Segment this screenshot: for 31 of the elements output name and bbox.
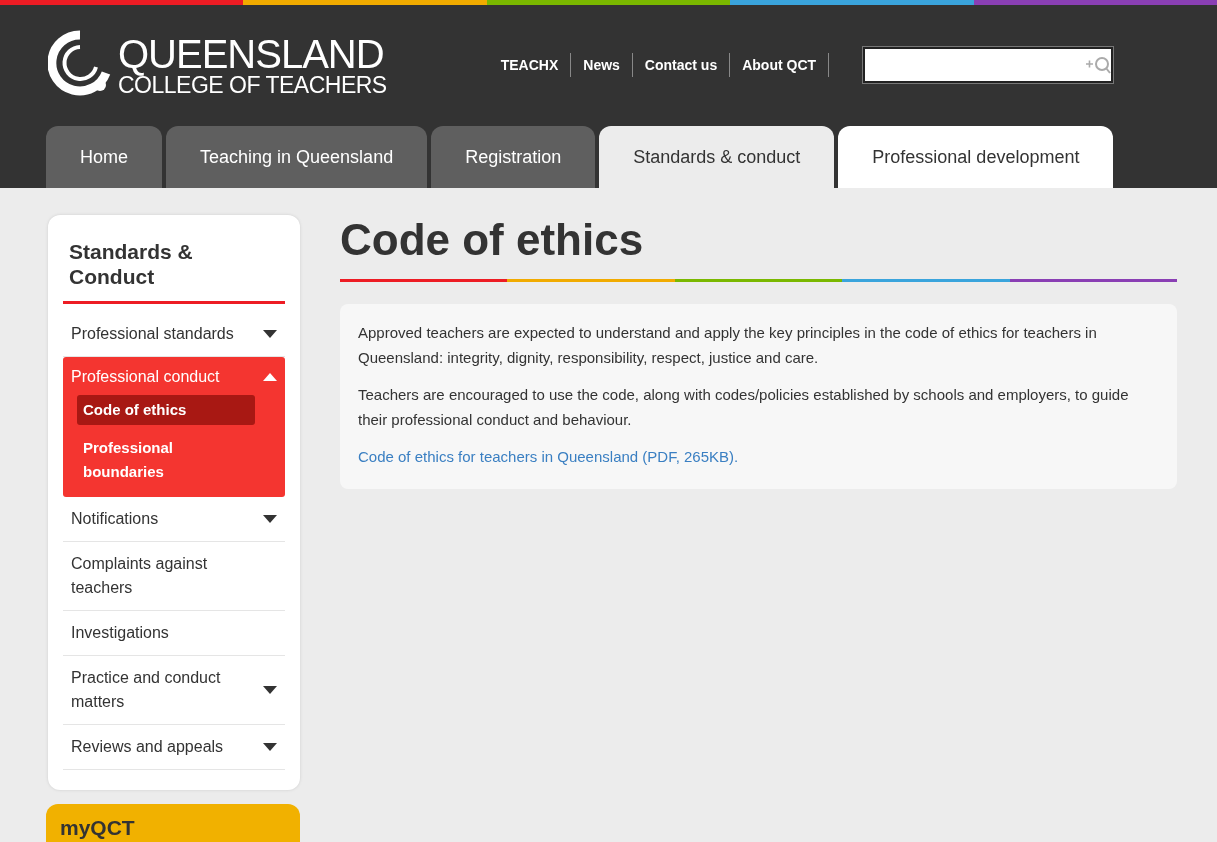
sidebar-item[interactable]: Reviews and appeals [63, 725, 285, 770]
paragraph: Approved teachers are expected to understand and apply the key principles in the code of ethics for teachers in Queensland: integrity, dignity, responsibility, respect, justice and care. [358, 323, 1098, 368]
nav-tab[interactable]: Teaching in Queensland [166, 126, 428, 188]
submenu-item[interactable]: Code of ethics [77, 395, 255, 425]
nav-tab[interactable]: Standards & conduct [599, 126, 835, 188]
top-nav-link[interactable]: About QCT [730, 53, 830, 77]
page-title: Code of ethics [340, 215, 645, 265]
search-icon [1085, 56, 1112, 74]
nav-tab[interactable]: Home [46, 126, 162, 188]
myqct-title: myQCT [60, 816, 135, 839]
caret-up-icon [263, 373, 277, 381]
top-nav-link[interactable]: News [571, 53, 633, 77]
sidebar-title: Standards & Conduct [69, 239, 194, 289]
sidebar-item[interactable]: Investigations [63, 611, 285, 656]
sidebar-item[interactable]: Practice and conduct matters [63, 656, 285, 725]
nav-tab[interactable]: Professional development [838, 126, 1114, 188]
sidebar-item[interactable]: Professional conduct [63, 357, 285, 395]
top-nav-link[interactable]: Contact us [632, 53, 731, 77]
caret-down-icon [263, 686, 277, 694]
caret-down-icon [263, 743, 277, 751]
top-nav-link[interactable]: TEACHX [488, 53, 572, 77]
paragraph: Teachers are encouraged to use the code, along with codes/policies established by schools and employers, to guide their professional conduct and behaviour. [358, 385, 1130, 430]
submenu-item[interactable]: Professional boundaries [77, 433, 255, 487]
sidebar-item[interactable]: Complaints against teachers [63, 542, 285, 611]
search-field[interactable] [863, 47, 1114, 83]
caret-down-icon [263, 330, 277, 338]
sidebar-item[interactable]: Notifications [63, 497, 285, 542]
caret-down-icon [263, 515, 277, 523]
pdf-link[interactable]: Code of ethics for teachers in Queensland (PDF, 265KB). [358, 448, 739, 465]
nav-tab[interactable]: Registration [431, 126, 596, 188]
logo-title: QUEENSLAND [118, 33, 385, 74]
